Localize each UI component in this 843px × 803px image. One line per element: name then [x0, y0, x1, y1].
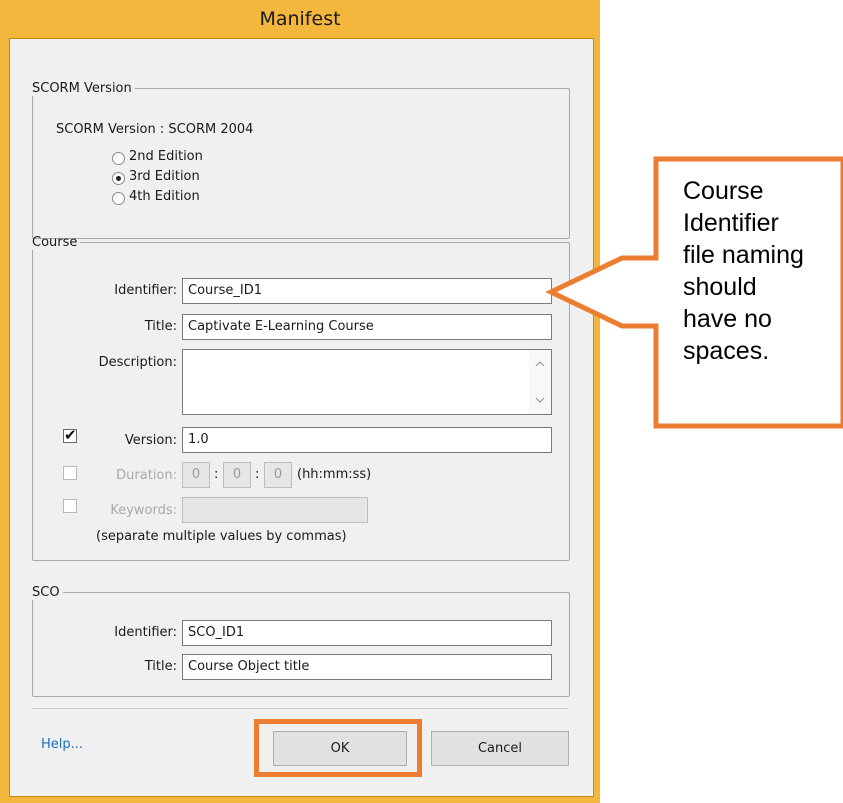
callout-line-1: Course — [683, 177, 764, 205]
callout-line-6: spaces. — [683, 337, 770, 365]
callout-shape — [545, 156, 843, 429]
callout-line-3: file naming — [683, 241, 804, 269]
callout-text: Course Identifier file naming should hav… — [683, 175, 804, 367]
callout-line-5: have no — [683, 305, 772, 333]
callout-line-2: Identifier — [683, 209, 779, 237]
callout-line-4: should — [683, 273, 757, 301]
